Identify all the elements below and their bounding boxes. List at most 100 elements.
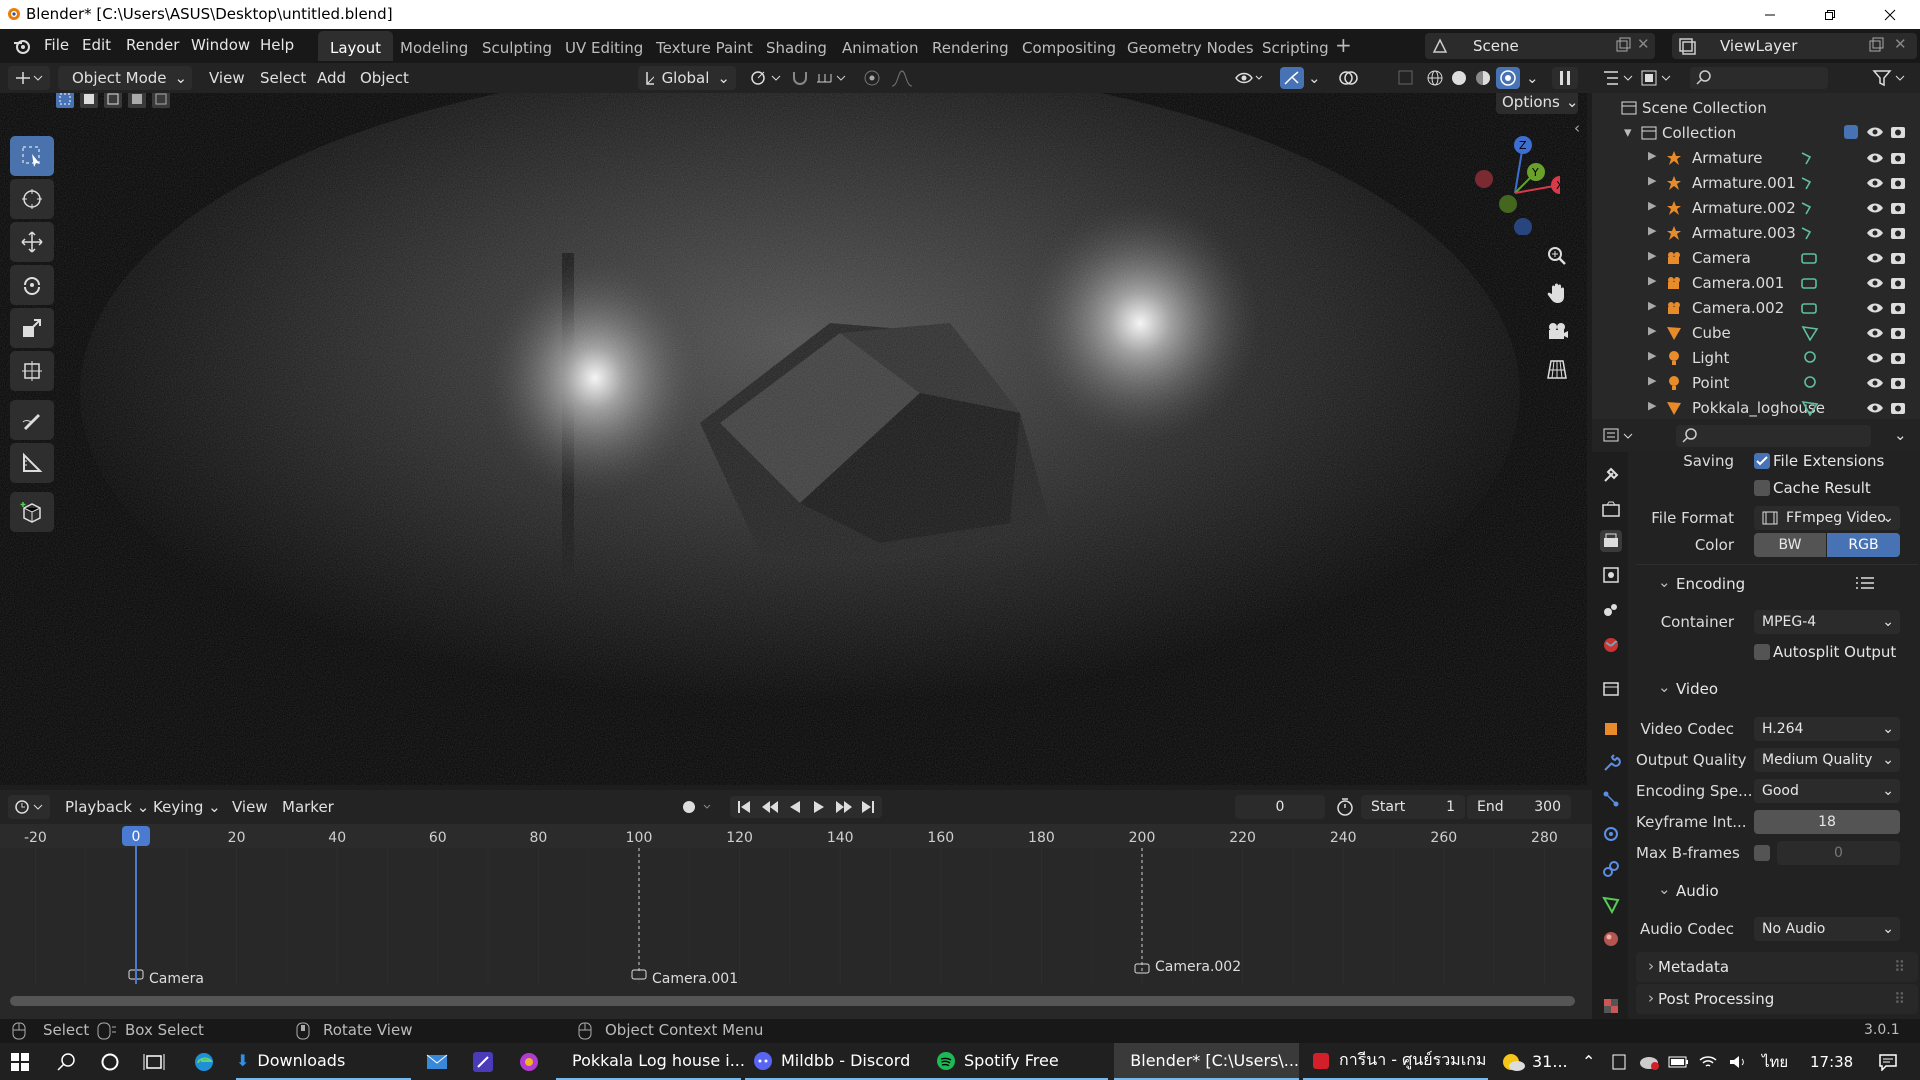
cortana-icon[interactable] xyxy=(100,1043,126,1080)
constraints-tab-icon[interactable] xyxy=(1600,858,1622,880)
timeline-scrollbar[interactable] xyxy=(10,996,1575,1006)
delete-scene-icon[interactable]: ✕ xyxy=(1637,35,1650,53)
audio-section-header[interactable]: Audio xyxy=(1676,882,1719,900)
editor-type-button[interactable] xyxy=(8,66,50,90)
stopwatch-icon[interactable] xyxy=(1334,797,1356,817)
post-processing-panel[interactable]: › Post Processing ⠿ xyxy=(1636,984,1918,1014)
expand-arrow-icon[interactable]: ▶ xyxy=(1648,399,1656,412)
scene-collection-row[interactable]: Scene Collection xyxy=(1592,96,1920,121)
expand-arrow-icon[interactable]: ▾ xyxy=(1624,123,1632,141)
render-camera-icon[interactable] xyxy=(1890,300,1906,316)
taskbar-blender[interactable]: Blender* [C:\Users\... xyxy=(1114,1043,1299,1080)
outliner-item-camera-002[interactable]: ▶ Camera.002 xyxy=(1592,296,1920,321)
tab-shading[interactable]: Shading xyxy=(754,31,839,61)
drag-handle-icon[interactable]: ⠿ xyxy=(1894,958,1905,976)
notification-icon[interactable] xyxy=(1868,1043,1908,1080)
options-dropdown[interactable]: Options ⌄ xyxy=(1496,93,1578,114)
eye-icon[interactable] xyxy=(1866,200,1884,216)
metadata-panel[interactable]: › Metadata ⠿ xyxy=(1636,952,1918,982)
blender-menu-icon[interactable] xyxy=(12,37,32,55)
render-camera-icon[interactable] xyxy=(1890,275,1906,291)
output-tab-icon[interactable] xyxy=(1600,530,1622,552)
render-camera-icon[interactable] xyxy=(1890,375,1906,391)
file-extensions-checkbox[interactable] xyxy=(1754,453,1770,469)
expand-arrow-icon[interactable]: ▶ xyxy=(1648,324,1656,337)
new-scene-icon[interactable] xyxy=(1615,37,1631,53)
exclude-checkbox[interactable] xyxy=(1844,125,1858,139)
drag-handle-icon[interactable]: ⠿ xyxy=(1894,990,1905,1008)
select-box-tool-icon[interactable] xyxy=(10,136,54,176)
tab-animation[interactable]: Animation xyxy=(830,31,930,61)
minimize-button[interactable] xyxy=(1740,0,1800,29)
armature-data-icon[interactable] xyxy=(1800,200,1820,216)
move-tool-icon[interactable] xyxy=(10,222,54,262)
annotate-tool-icon[interactable] xyxy=(10,400,54,440)
world-tab-icon[interactable] xyxy=(1600,634,1622,656)
expand-arrow-icon[interactable]: ▶ xyxy=(1648,349,1656,362)
render-camera-icon[interactable] xyxy=(1890,150,1906,166)
measure-tool-icon[interactable] xyxy=(10,443,54,483)
xray-icon[interactable] xyxy=(1396,68,1416,88)
battery-icon[interactable] xyxy=(1668,1043,1690,1080)
render-tab-icon[interactable] xyxy=(1600,499,1622,521)
eye-icon[interactable] xyxy=(1866,175,1884,191)
armature-data-icon[interactable] xyxy=(1800,175,1820,191)
end-frame-field[interactable]: End 300 xyxy=(1467,795,1571,819)
tab-texture-paint[interactable]: Texture Paint xyxy=(644,31,765,61)
start-frame-field[interactable]: Start 1 xyxy=(1361,795,1465,819)
scale-tool-icon[interactable] xyxy=(10,308,54,348)
render-camera-icon[interactable] xyxy=(1890,175,1906,191)
presets-list-icon[interactable] xyxy=(1855,575,1875,591)
autosplit-checkbox[interactable] xyxy=(1754,644,1770,660)
object-mode-dropdown[interactable]: Object Mode ⌄ xyxy=(58,66,192,90)
eye-icon[interactable] xyxy=(1866,300,1884,316)
eye-icon[interactable] xyxy=(1866,375,1884,391)
windows-start-icon[interactable] xyxy=(10,1043,36,1080)
mail-icon[interactable] xyxy=(426,1043,452,1080)
modifier-tab-icon[interactable] xyxy=(1600,753,1622,775)
add-workspace-icon[interactable]: + xyxy=(1335,33,1352,57)
task-view-icon[interactable] xyxy=(143,1043,169,1080)
marker-camera-002[interactable]: Camera.002 xyxy=(1134,959,1241,975)
chevron-down-icon[interactable]: ⌄ xyxy=(1894,426,1907,444)
expand-arrow-icon[interactable]: ▶ xyxy=(1648,299,1656,312)
cursor-tool-icon[interactable] xyxy=(10,179,54,219)
menu-render[interactable]: Render xyxy=(126,36,179,54)
pause-render-icon[interactable] xyxy=(1552,67,1578,89)
expand-arrow-icon[interactable]: ▶ xyxy=(1648,274,1656,287)
menu-select[interactable]: Select xyxy=(260,69,306,87)
chevron-down-icon[interactable]: ⌄ xyxy=(1658,880,1671,898)
eye-icon[interactable] xyxy=(1866,124,1884,140)
render-camera-icon[interactable] xyxy=(1890,250,1906,266)
mesh-data-icon[interactable] xyxy=(1800,325,1820,341)
outliner-item-armature-002[interactable]: ▶ Armature.002 xyxy=(1592,196,1920,221)
outliner-search-input[interactable] xyxy=(1690,67,1828,89)
chevron-down-icon[interactable]: ⌄ xyxy=(1308,69,1321,87)
transform-orientation-dropdown[interactable]: Global ⌄ xyxy=(638,66,736,90)
tab-rendering[interactable]: Rendering xyxy=(920,31,1021,61)
color-app-icon[interactable] xyxy=(518,1043,544,1080)
3d-viewport[interactable]: Options ⌄ Z Y X ‹ xyxy=(0,93,1587,785)
menu-object[interactable]: Object xyxy=(360,69,409,87)
outliner-item-pokkala-loghouse[interactable]: ▶ Pokkala_loghouse xyxy=(1592,396,1920,421)
collection-row[interactable]: ▾ Collection xyxy=(1592,121,1920,146)
outliner-item-camera[interactable]: ▶ Camera xyxy=(1592,246,1920,271)
filter-icon[interactable] xyxy=(1872,68,1906,88)
eye-icon[interactable] xyxy=(1866,350,1884,366)
menu-file[interactable]: File xyxy=(44,36,69,54)
taskbar-discord[interactable]: Mildbb - Discord xyxy=(745,1043,930,1080)
render-camera-icon[interactable] xyxy=(1890,225,1906,241)
tray-chevron-up-icon[interactable]: ⌃ xyxy=(1582,1043,1602,1080)
falloff-icon[interactable] xyxy=(890,68,920,88)
scene-tab-icon[interactable] xyxy=(1600,599,1622,621)
wireframe-shading-icon[interactable] xyxy=(1425,68,1445,88)
overlays-icon[interactable] xyxy=(1338,68,1360,88)
armature-data-icon[interactable] xyxy=(1800,225,1820,241)
video-codec-dropdown[interactable]: H.264 ⌄ xyxy=(1754,717,1900,741)
wifi-icon[interactable] xyxy=(1698,1043,1720,1080)
scene-selector[interactable]: Scene ✕ xyxy=(1425,33,1655,59)
restore-button[interactable] xyxy=(1800,0,1860,29)
camera-data-icon[interactable] xyxy=(1800,300,1820,316)
file-format-dropdown[interactable]: FFmpeg Video ⌄ xyxy=(1754,506,1900,530)
cache-result-checkbox[interactable] xyxy=(1754,480,1770,496)
